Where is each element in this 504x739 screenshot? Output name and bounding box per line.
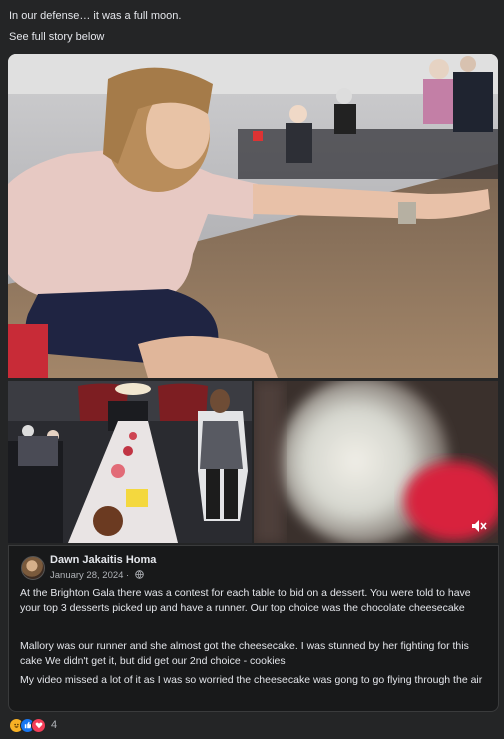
shared-post-date[interactable]: January 28, 2024 ·: [50, 570, 144, 581]
date-text: January 28, 2024 ·: [50, 570, 132, 581]
banquet-image: [8, 381, 252, 543]
shared-paragraph-3: My video missed a lot of it as I was so …: [20, 674, 483, 686]
video-thumbnail[interactable]: [254, 381, 498, 543]
shared-paragraph-2: Mallory was our runner and she almost go…: [20, 640, 469, 667]
globe-icon: [135, 570, 144, 579]
reaction-count: 4: [51, 719, 58, 731]
photo-banquet-table[interactable]: [8, 381, 252, 543]
reactions-summary[interactable]: 4: [9, 717, 57, 733]
main-photo-image: [8, 54, 498, 378]
avatar[interactable]: [21, 556, 45, 580]
shared-author-name[interactable]: Dawn Jakaitis Homa: [50, 554, 156, 566]
speaker-muted-icon: [472, 520, 487, 532]
shared-paragraph-1: At the Brighton Gala there was a contest…: [20, 587, 471, 614]
post-text-line-1: In our defense… it was a full moon.: [9, 10, 182, 22]
mute-button[interactable]: [470, 517, 488, 535]
main-photo[interactable]: [8, 54, 498, 378]
blurry-video-frame: [254, 381, 498, 543]
love-reaction-icon: [31, 717, 46, 733]
shared-post-card[interactable]: Dawn Jakaitis Homa January 28, 2024 · At…: [8, 545, 499, 712]
post-text-line-2: See full story below: [9, 31, 105, 43]
